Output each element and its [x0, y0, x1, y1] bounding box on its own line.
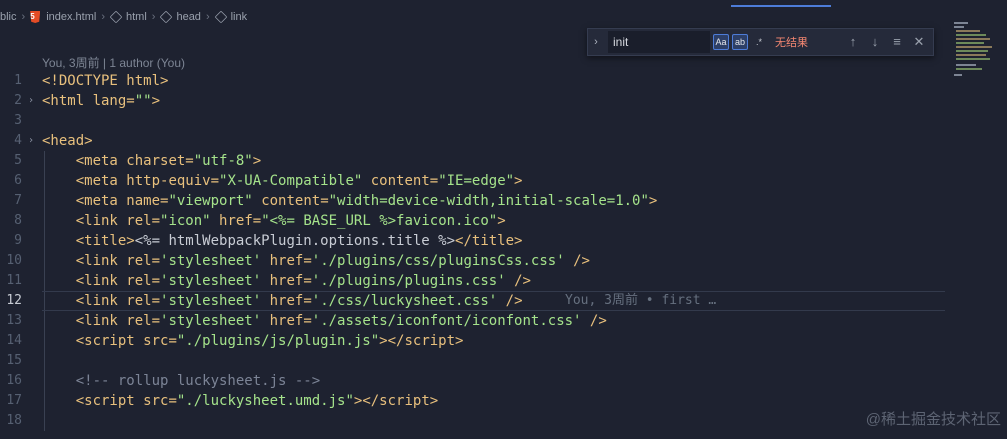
code-line[interactable]: 10 <link rel='stylesheet' href='./plugin…: [0, 251, 1007, 271]
code-line[interactable]: 7 <meta name="viewport" content="width=d…: [0, 191, 1007, 211]
line-number: 7: [14, 193, 22, 208]
find-input[interactable]: init: [608, 31, 710, 53]
watermark: @稀土掘金技术社区: [865, 411, 1001, 428]
line-number: 15: [6, 353, 22, 368]
line-number: 1: [14, 73, 22, 88]
code-line[interactable]: 11 <link rel='stylesheet' href='./plugin…: [0, 271, 1007, 291]
find-widget: › init Aa ab .* 无结果 ↑ ↓ ≡ ✕: [587, 28, 934, 56]
code-line[interactable]: 17 <script src="./luckysheet.umd.js"></s…: [0, 391, 1007, 411]
code-text: <link rel='stylesheet' href='./plugins/c…: [75, 253, 590, 269]
use-regex-button[interactable]: .*: [751, 34, 767, 50]
match-whole-word-button[interactable]: ab: [732, 34, 748, 50]
code-text: <link rel='stylesheet' href='./assets/ic…: [75, 313, 607, 329]
code-editor[interactable]: 1 <!DOCTYPE html> 2 › <html lang=""> 3 4 › <head…: [0, 71, 1007, 431]
line-number: 17: [6, 393, 22, 408]
symbol-cube-icon: [214, 10, 227, 24]
breadcrumb-item-file[interactable]: 5 index.html: [30, 11, 96, 23]
breadcrumb-head-label: head: [176, 11, 201, 23]
breadcrumb-item-folder[interactable]: blic: [0, 11, 17, 23]
line-number: 6: [14, 173, 22, 188]
indent-guide: [44, 351, 45, 371]
toggle-replace-chevron-icon[interactable]: ›: [588, 36, 604, 48]
code-text: <script src="./luckysheet.umd.js"></scri…: [75, 393, 439, 409]
chevron-right-icon: ›: [21, 11, 26, 23]
line-number: 18: [6, 413, 22, 428]
line-number: 4: [14, 133, 22, 148]
code-text: <meta name="viewport" content="width=dev…: [75, 193, 658, 209]
code-text: <!-- rollup luckysheet.js -->: [75, 373, 321, 389]
code-line[interactable]: 15: [0, 351, 1007, 371]
code-line[interactable]: 14 <script src="./plugins/js/plugin.js">…: [0, 331, 1007, 351]
previous-match-arrow-up-icon[interactable]: ↑: [845, 34, 861, 50]
breadcrumb-item-link[interactable]: link: [214, 10, 248, 24]
codelens-blame-header[interactable]: You, 3周前 | 1 author (You): [42, 54, 185, 71]
line-number: 3: [14, 113, 22, 128]
code-line[interactable]: 4 › <head>: [0, 131, 1007, 151]
line-number: 13: [6, 313, 22, 328]
chevron-right-icon: ›: [205, 11, 210, 23]
code-line[interactable]: 1 <!DOCTYPE html>: [0, 71, 1007, 91]
code-text: <script src="./plugins/js/plugin.js"></s…: [75, 333, 464, 349]
symbol-cube-icon: [160, 10, 173, 24]
code-line[interactable]: 2 › <html lang="">: [0, 91, 1007, 111]
line-number: 12: [6, 293, 22, 308]
line-number: 16: [6, 373, 22, 388]
fold-chevron-icon[interactable]: ›: [28, 131, 34, 151]
symbol-cube-icon: [109, 10, 123, 24]
close-icon[interactable]: ✕: [911, 34, 927, 50]
code-text: <!DOCTYPE html>: [42, 73, 169, 89]
line-number: 2: [14, 93, 22, 108]
breadcrumb-html-label: html: [126, 11, 147, 23]
line-number: 9: [14, 233, 22, 248]
line-number: 14: [6, 333, 22, 348]
code-text: <link rel="icon" href="<%= BASE_URL %>fa…: [75, 213, 506, 229]
breadcrumb-item-html[interactable]: html: [109, 10, 147, 24]
code-line[interactable]: 18: [0, 411, 1007, 431]
code-text: <head>: [42, 133, 93, 149]
code-text: <html lang="">: [42, 93, 161, 109]
line-number: 11: [6, 273, 22, 288]
code-line[interactable]: 6 <meta http-equiv="X-UA-Compatible" con…: [0, 171, 1007, 191]
code-line[interactable]: 8 <link rel="icon" href="<%= BASE_URL %>…: [0, 211, 1007, 231]
breadcrumb-link-label: link: [230, 11, 248, 23]
code-text: <title><%= htmlWebpackPlugin.options.tit…: [75, 233, 523, 249]
line-number: 10: [6, 253, 22, 268]
find-in-selection-icon[interactable]: ≡: [889, 34, 905, 50]
find-result-status: 无结果: [775, 37, 808, 49]
chevron-right-icon: ›: [101, 11, 105, 23]
code-line[interactable]: 16 <!-- rollup luckysheet.js -->: [0, 371, 1007, 391]
code-line[interactable]: 5 <meta charset="utf-8">: [0, 151, 1007, 171]
line-number: 8: [14, 213, 22, 228]
code-text: <meta charset="utf-8">: [75, 153, 262, 169]
line-number: 5: [14, 153, 22, 168]
code-line[interactable]: 3: [0, 111, 1007, 131]
chevron-right-icon: ›: [151, 11, 156, 23]
next-match-arrow-down-icon[interactable]: ↓: [867, 34, 883, 50]
code-text: <link rel='stylesheet' href='./css/lucky…: [75, 293, 523, 309]
indent-guide: [44, 411, 45, 431]
code-text: <meta http-equiv="X-UA-Compatible" conte…: [75, 173, 523, 189]
code-line[interactable]: 12 <link rel='stylesheet' href='./css/lu…: [0, 291, 1007, 311]
breadcrumb-file-label: index.html: [46, 11, 97, 23]
code-text: <link rel='stylesheet' href='./plugins/p…: [75, 273, 531, 289]
inline-blame-annotation[interactable]: You, 3周前 • first …: [565, 291, 716, 311]
breadcrumb-item-head[interactable]: head: [160, 10, 201, 24]
html5-icon: 5: [30, 11, 41, 23]
code-line[interactable]: 13 <link rel='stylesheet' href='./assets…: [0, 311, 1007, 331]
match-case-button[interactable]: Aa: [713, 34, 729, 50]
minimap[interactable]: [952, 20, 1004, 80]
fold-chevron-icon[interactable]: ›: [28, 91, 34, 111]
code-line[interactable]: 9 <title><%= htmlWebpackPlugin.options.t…: [0, 231, 1007, 251]
